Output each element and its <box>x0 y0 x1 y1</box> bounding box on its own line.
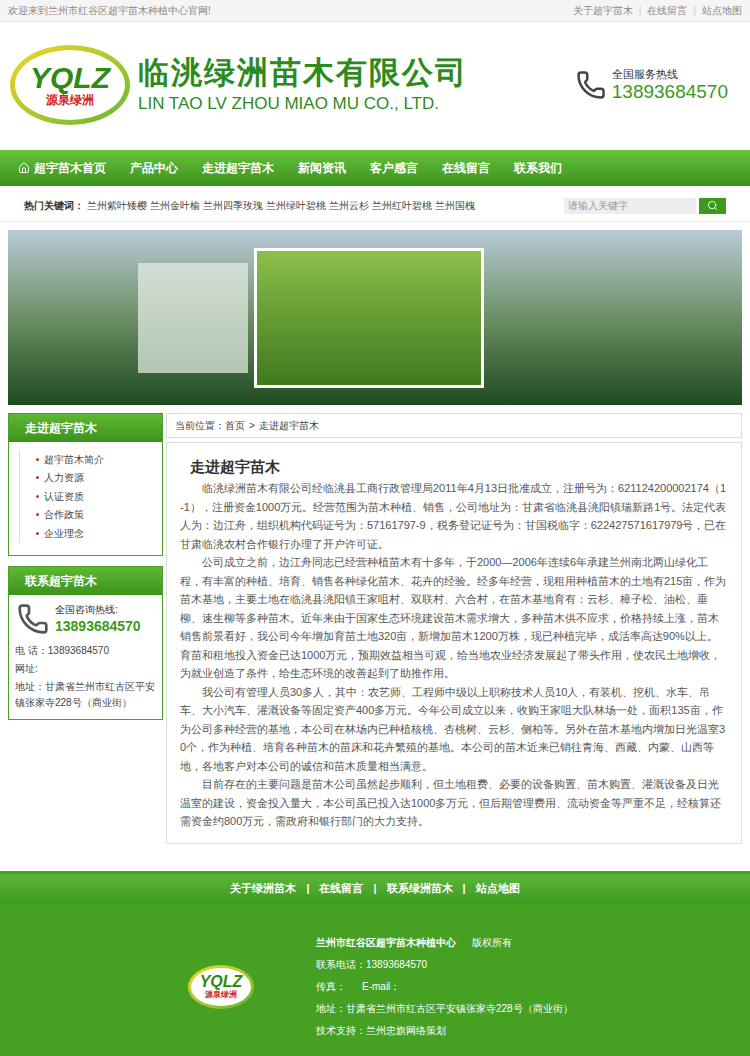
phone-icon <box>17 603 49 635</box>
bullet <box>36 532 39 535</box>
contact-line: 电 话：13893684570 <box>15 643 156 659</box>
separator: | <box>639 3 642 18</box>
top-link[interactable]: 关于超宇苗木 <box>573 3 633 18</box>
nav-item[interactable]: 在线留言 <box>430 150 502 186</box>
breadcrumb-link[interactable]: 走进超宇苗木 <box>259 418 319 433</box>
logo-letters: YQLZ <box>30 63 110 93</box>
sidebar-title: 联系超宇苗木 <box>9 567 162 595</box>
sidebar: 走进超宇苗木超宇苗木简介人力资源认证资质合作政策企业理念联系超宇苗木全国咨询热线… <box>8 413 163 720</box>
page: 欢迎来到兰州市红谷区超宇苗木种植中心官网! 关于超宇苗木 | 在线留言 | 站点地图 YQL… <box>0 0 750 1056</box>
sidebar-box: 走进超宇苗木超宇苗木简介人力资源认证资质合作政策企业理念 <box>8 413 163 556</box>
keyword-bar: 热门关键词：兰州紫叶矮樱兰州金叶榆兰州四季玫瑰兰州绿叶碧桃兰州云杉兰州红叶碧桃兰… <box>0 190 750 222</box>
sidebar-item[interactable]: 超宇苗木简介 <box>20 450 152 469</box>
logo[interactable]: YQLZ源泉绿洲 <box>10 45 130 125</box>
search-input[interactable] <box>564 198 696 214</box>
company-name: 临洮绿洲苗木有限公司 <box>138 55 468 91</box>
footer: 关于绿洲苗木 | 在线留言 | 联系绿洲苗木 | 站点地图 YQLZ源泉绿洲 兰州市红谷区超宇苗… <box>0 871 750 1056</box>
contact-line: 地址：甘肃省兰州市红古区平安镇张家寺228号（商业街） <box>15 679 156 711</box>
article-paragraph: 目前存在的主要问题是苗木公司虽然起步顺利，但土地租费、必要的设备购置、苗木购置、… <box>180 775 728 831</box>
keyword-link[interactable]: 兰州绿叶碧桃 <box>266 198 326 213</box>
article-title: 走进超宇苗木 <box>180 457 728 477</box>
keyword-link[interactable]: 兰州国槐 <box>435 198 475 213</box>
main: 走进超宇苗木超宇苗木简介人力资源认证资质合作政策企业理念联系超宇苗木全国咨询热线… <box>8 413 742 844</box>
footer-link[interactable]: 在线留言 <box>319 880 363 897</box>
nav-item[interactable]: 客户感言 <box>358 150 430 186</box>
phone-icon <box>576 70 606 100</box>
nav-item[interactable]: 新闻资讯 <box>286 150 358 186</box>
breadcrumb-link[interactable]: 首页 <box>225 418 245 433</box>
search-icon <box>707 200 718 211</box>
logo-name: 源泉绿洲 <box>46 93 94 107</box>
breadcrumb: 当前位置：首页>走进超宇苗木 <box>166 413 742 438</box>
nav-item[interactable]: 联系我们 <box>502 150 574 186</box>
article: 走进超宇苗木临洮绿洲苗木有限公司经临洮县工商行政管理局2011年4月13日批准成… <box>166 442 742 844</box>
top-bar: 欢迎来到兰州市红谷区超宇苗木种植中心官网! 关于超宇苗木 | 在线留言 | 站点地图 <box>0 0 750 22</box>
search-button[interactable] <box>699 198 726 214</box>
footer-link[interactable]: 站点地图 <box>476 880 520 897</box>
sidebar-box: 联系超宇苗木全国咨询热线:13893684570电 话：13893684570网… <box>8 566 163 720</box>
banner-image <box>8 230 742 405</box>
welcome-text: 欢迎来到兰州市红谷区超宇苗木种植中心官网! <box>8 3 211 18</box>
nav-bar: 超宇苗木首页产品中心走进超宇苗木新闻资讯客户感言在线留言联系我们 <box>0 150 750 186</box>
bullet <box>36 458 39 461</box>
company-name-en: LIN TAO LV ZHOU MIAO MU CO., LTD. <box>138 93 468 115</box>
nav-item[interactable]: 产品中心 <box>118 150 190 186</box>
keyword-label: 热门关键词： <box>24 198 84 213</box>
home-icon <box>18 162 30 174</box>
sidebar-item[interactable]: 企业理念 <box>20 524 152 543</box>
article-paragraph: 临洮绿洲苗木有限公司经临洮县工商行政管理局2011年4月13日批准成立，注册号为… <box>180 479 728 553</box>
footer-link[interactable]: 联系绿洲苗木 <box>387 880 453 897</box>
footer-links: 关于绿洲苗木 | 在线留言 | 联系绿洲苗木 | 站点地图 <box>0 874 750 904</box>
content: 当前位置：首页>走进超宇苗木走进超宇苗木临洮绿洲苗木有限公司经临洮县工商行政管理… <box>166 413 742 844</box>
separator: | <box>463 880 466 897</box>
bullet <box>36 513 39 516</box>
bullet <box>36 476 39 479</box>
top-link[interactable]: 在线留言 <box>647 3 687 18</box>
separator: | <box>306 880 309 897</box>
header: YQLZ源泉绿洲临洮绿洲苗木有限公司LIN TAO LV ZHOU MIAO M… <box>0 22 750 148</box>
nav-item[interactable]: 超宇苗木首页 <box>6 150 118 186</box>
keyword-link[interactable]: 兰州红叶碧桃 <box>372 198 432 213</box>
keyword-link[interactable]: 兰州四季玫瑰 <box>203 198 263 213</box>
keyword-link[interactable]: 兰州云杉 <box>329 198 369 213</box>
bullet <box>36 495 39 498</box>
nav-item[interactable]: 走进超宇苗木 <box>190 150 286 186</box>
keyword-link[interactable]: 兰州金叶榆 <box>150 198 200 213</box>
logo-name: 源泉绿洲 <box>205 990 237 1000</box>
footer-link[interactable]: 关于绿洲苗木 <box>230 880 296 897</box>
footer-info: 兰州市红谷区超宇苗木种植中心版权所有联系电话：13893684570传真：E-m… <box>316 932 573 1042</box>
separator: | <box>693 3 696 18</box>
top-link[interactable]: 站点地图 <box>702 3 742 18</box>
article-paragraph: 公司成立之前，边江舟同志已经营种植苗木有十多年，于2000—2006年连续6年承… <box>180 553 728 683</box>
logo[interactable]: YQLZ源泉绿洲 <box>188 965 254 1009</box>
sidebar-title: 走进超宇苗木 <box>9 414 162 442</box>
article-paragraph: 我公司有管理人员30多人，其中：农艺师、工程师中级以上职称技术人员10人，有装机… <box>180 683 728 776</box>
logo-letters: YQLZ <box>200 974 243 990</box>
contact-line: 网址: <box>15 661 156 677</box>
hotline: 全国服务热线13893684570 <box>576 67 728 103</box>
sidebar-item[interactable]: 认证资质 <box>20 487 152 506</box>
separator: | <box>373 880 376 897</box>
sidebar-item[interactable]: 合作政策 <box>20 506 152 525</box>
sidebar-item[interactable]: 人力资源 <box>20 469 152 488</box>
keyword-link[interactable]: 兰州紫叶矮樱 <box>87 198 147 213</box>
